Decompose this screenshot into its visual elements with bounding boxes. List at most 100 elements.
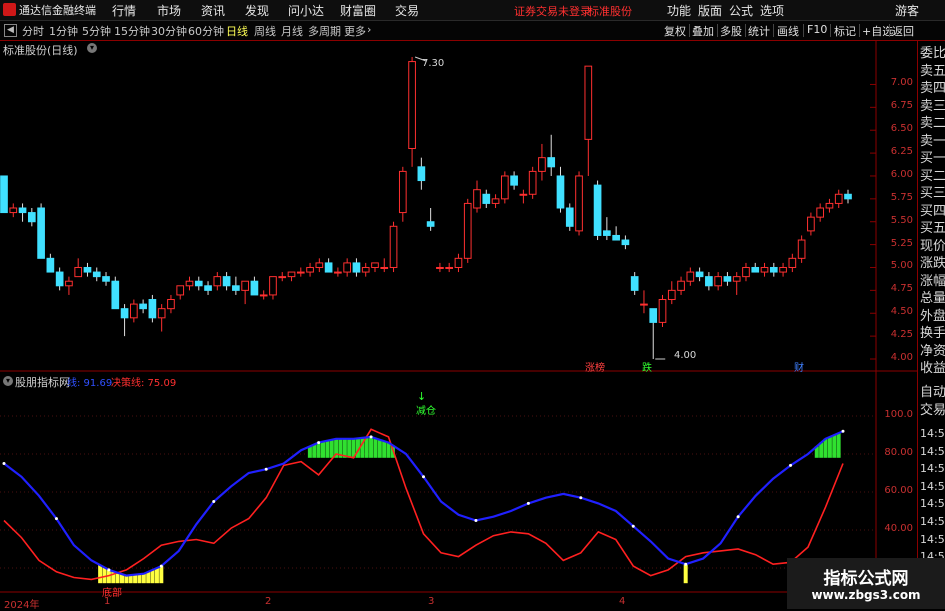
candle-body: [714, 276, 722, 287]
indicator-line1-value: 线: 91.69: [67, 378, 113, 389]
quote-field-label[interactable]: 买三: [920, 185, 945, 202]
candle-body: [584, 65, 593, 140]
quote-field-label[interactable]: 外盘: [920, 308, 945, 325]
xaxis-label-month-2: 2: [265, 596, 272, 607]
menu-gongneng[interactable]: 功能: [667, 2, 691, 19]
price-tick-label: 4.75: [890, 283, 913, 295]
candle-body: [46, 257, 55, 273]
menu-jiaoyi[interactable]: 交易: [395, 2, 419, 19]
quote-field-label[interactable]: 卖二: [920, 115, 945, 132]
login-notice[interactable]: 证券交易未登录: [514, 3, 591, 19]
tool-diejia[interactable]: 叠加: [692, 23, 714, 39]
candle-body: [463, 202, 472, 259]
menu-faxian[interactable]: 发现: [245, 2, 269, 19]
back-arrow-icon[interactable]: ◀: [4, 24, 17, 37]
candle-body: [343, 262, 352, 273]
quote-panel-tab[interactable]: 自动: [920, 384, 945, 401]
period-monthly[interactable]: 月线: [281, 23, 303, 39]
menu-caifuquan[interactable]: 财富圈: [340, 2, 376, 19]
period-1min[interactable]: 1分钟: [49, 23, 78, 39]
candle-body: [269, 276, 277, 296]
indicator-bar-yellow: [124, 575, 129, 584]
menu-hangqing[interactable]: 行情: [112, 2, 136, 19]
quote-panel-tab[interactable]: 交易: [920, 402, 945, 419]
event-badge-zhangbang[interactable]: 涨榜: [583, 359, 607, 374]
trade-time: 14:56: [920, 515, 945, 528]
indicator-bar-yellow: [683, 564, 688, 584]
period-weekly[interactable]: 周线: [254, 23, 276, 39]
menu-wenxiaoda[interactable]: 问小达: [288, 2, 324, 19]
period-15min[interactable]: 15分钟: [114, 23, 150, 39]
candle-body: [157, 308, 166, 319]
period-fenshi[interactable]: 分时: [22, 23, 44, 39]
kline-settings-icon[interactable]: ▾: [87, 43, 97, 53]
quote-field-label[interactable]: 卖一: [920, 133, 945, 150]
period-30min[interactable]: 30分钟: [151, 23, 187, 39]
candle-body: [398, 170, 407, 214]
indicator-bar-green: [316, 442, 321, 458]
quote-field-label[interactable]: 卖三: [920, 98, 945, 115]
event-badge-die[interactable]: 跌: [640, 359, 654, 374]
candle-body: [695, 271, 704, 278]
kline-title: 标准股份(日线): [3, 44, 78, 57]
indicator-point: [631, 524, 635, 528]
quote-field-label[interactable]: 买二: [920, 168, 945, 185]
tool-duogu[interactable]: 多股: [720, 23, 742, 39]
chevron-right-icon[interactable]: ›: [367, 23, 371, 36]
quote-field-label[interactable]: 净资: [920, 343, 945, 360]
period-more[interactable]: 更多: [344, 23, 366, 39]
indicator-point: [107, 568, 111, 572]
candle-body: [482, 193, 491, 204]
quote-field-label[interactable]: 买一: [920, 150, 945, 167]
quote-field-label[interactable]: 卖五: [920, 63, 945, 80]
period-5min[interactable]: 5分钟: [82, 23, 111, 39]
chart-area[interactable]: [0, 41, 917, 609]
quote-field-label[interactable]: 现价: [920, 238, 945, 255]
quote-field-label[interactable]: 总量: [920, 290, 945, 307]
quote-field-label[interactable]: 卖四: [920, 80, 945, 97]
quote-field-label[interactable]: 委比: [920, 45, 945, 62]
quote-field-label[interactable]: 换手: [920, 325, 945, 342]
candle-body: [185, 280, 194, 287]
toolbar-divider: [745, 24, 746, 37]
tool-biaoji[interactable]: 标记: [834, 23, 856, 39]
candle-body: [167, 299, 175, 310]
tool-f10[interactable]: F10: [807, 23, 827, 36]
period-60min[interactable]: 60分钟: [188, 23, 224, 39]
quote-field-label[interactable]: 买四: [920, 203, 945, 220]
period-daily[interactable]: 日线: [226, 23, 248, 39]
candle-body: [408, 61, 416, 150]
tool-huaxian[interactable]: 画线: [777, 23, 799, 39]
menu-gongshi[interactable]: 公式: [729, 2, 753, 19]
indicator-settings-icon[interactable]: ▾: [3, 376, 13, 386]
menu-zixun[interactable]: 资讯: [201, 2, 225, 19]
candle-body: [500, 175, 509, 200]
quote-field-label[interactable]: 涨幅: [920, 273, 945, 290]
indicator-bar-green: [827, 436, 832, 458]
menu-banmian[interactable]: 版面: [698, 2, 722, 19]
app-logo-icon: [3, 3, 16, 16]
tool-back[interactable]: 返回: [892, 23, 914, 39]
tool-fuquan[interactable]: 复权: [664, 23, 686, 39]
indicator-bar-yellow: [141, 573, 146, 584]
menu-shichang[interactable]: 市场: [157, 2, 181, 19]
candle-body: [9, 207, 18, 214]
candle-body: [436, 266, 444, 269]
quote-field-label[interactable]: 买五: [920, 220, 945, 237]
candle-body: [315, 262, 324, 268]
candle-body: [788, 257, 797, 268]
user-label[interactable]: 游客: [895, 2, 919, 19]
candlestick-series: [0, 56, 852, 360]
event-badge-cai[interactable]: 财: [792, 359, 806, 374]
tool-tongji[interactable]: 统计: [748, 23, 770, 39]
candle-body: [111, 280, 120, 310]
quote-field-label[interactable]: 涨跌: [920, 255, 945, 272]
toolbar-divider: [689, 24, 690, 37]
candle-body: [844, 193, 852, 200]
candle-body: [686, 271, 695, 282]
menu-xuanxiang[interactable]: 选项: [760, 2, 784, 19]
quote-field-label[interactable]: 收益: [920, 360, 945, 377]
candle-body: [603, 230, 611, 236]
candle-body: [528, 170, 537, 195]
period-multi[interactable]: 多周期: [308, 23, 341, 39]
